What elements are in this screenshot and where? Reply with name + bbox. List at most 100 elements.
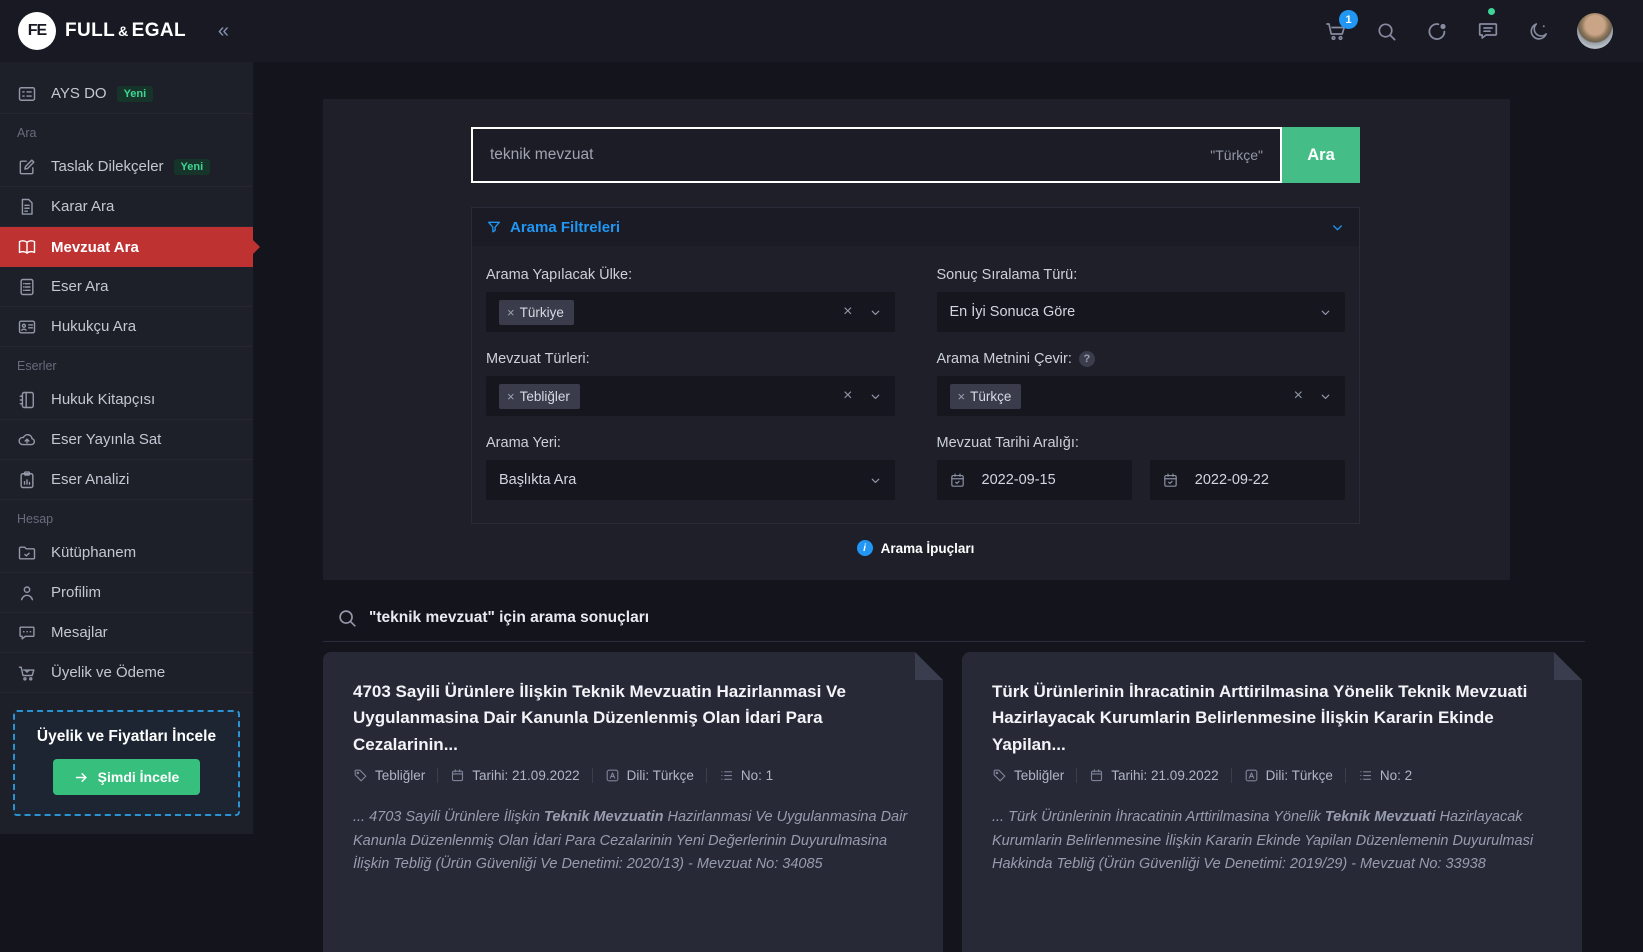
sidebar-item-label: Eser Yayınla Sat xyxy=(51,431,161,448)
corner-fold xyxy=(1554,652,1582,680)
filter-types-label: Mevzuat Türleri: xyxy=(486,351,895,367)
messages-icon[interactable] xyxy=(1476,19,1500,43)
sidebar-item-eser-analizi[interactable]: Eser Analizi xyxy=(0,460,253,500)
search-submit-button[interactable]: Ara xyxy=(1282,127,1360,183)
results-list: 4703 Sayili Ürünlere İlişkin Teknik Mevz… xyxy=(323,652,1585,952)
sidebar-item-profilim[interactable]: Profilim xyxy=(0,573,253,613)
result-number: No: 1 xyxy=(719,768,773,783)
country-multiselect[interactable]: × Türkiye × xyxy=(486,292,895,332)
calendar-icon xyxy=(1089,768,1104,783)
calendar-icon xyxy=(450,768,465,783)
sidebar-item-label: Kütüphanem xyxy=(51,544,136,561)
result-card[interactable]: Türk Ürünlerinin İhracatinin Arttirilmas… xyxy=(962,652,1582,952)
chevron-down-icon xyxy=(1319,306,1332,319)
sidebar-item-label: Profilim xyxy=(51,584,101,601)
country-chip[interactable]: × Türkiye xyxy=(499,300,574,325)
promo-cta-button[interactable]: Şimdi İncele xyxy=(53,759,201,795)
calendar-icon xyxy=(1162,472,1179,489)
clear-icon[interactable]: × xyxy=(843,387,852,405)
result-type: Tebliğler xyxy=(992,768,1064,783)
search-icon[interactable] xyxy=(1375,20,1398,43)
meta-separator xyxy=(437,768,438,783)
info-icon: i xyxy=(857,540,873,556)
excerpt-highlight: Teknik Mevzuatin xyxy=(544,809,664,825)
chip-label: Tebliğler xyxy=(520,389,570,404)
sidebar-item-label: Eser Ara xyxy=(51,278,109,295)
sidebar-item-label: Taslak Dilekçeler xyxy=(51,158,164,175)
scope-select[interactable]: Başlıkta Ara xyxy=(486,460,895,500)
result-language: Dili: Türkçe xyxy=(1244,768,1333,783)
sidebar-collapse-icon[interactable]: « xyxy=(218,20,229,43)
type-chip[interactable]: × Tebliğler xyxy=(499,384,580,409)
sidebar-item-mevzuat-ara[interactable]: Mevzuat Ara xyxy=(0,227,253,267)
sidebar-item-mesajlar[interactable]: Mesajlar xyxy=(0,613,253,653)
types-multiselect[interactable]: × Tebliğler × xyxy=(486,376,895,416)
search-input[interactable] xyxy=(490,146,1198,164)
user-icon xyxy=(17,583,37,603)
sidebar-item-taslak-dilekceler[interactable]: Taslak Dilekçeler Yeni xyxy=(0,147,253,187)
sidebar-item-eser-yayinla-sat[interactable]: Eser Yayınla Sat xyxy=(0,420,253,460)
filter-country: Arama Yapılacak Ülke: ×Türkiye × xyxy=(486,267,895,332)
sidebar-item-uyelik-ve-odeme[interactable]: Üyelik ve Ödeme xyxy=(0,653,253,693)
sidebar-item-eser-ara[interactable]: Eser Ara xyxy=(0,267,253,307)
filters-col-right: Sonuç Sıralama Türü: En İyi Sonuca Göre … xyxy=(937,267,1346,519)
result-card[interactable]: 4703 Sayili Ürünlere İlişkin Teknik Mevz… xyxy=(323,652,943,952)
user-avatar[interactable] xyxy=(1577,13,1613,49)
logo-icon: FE xyxy=(18,12,56,50)
date-from-input[interactable]: 2022-09-15 xyxy=(937,460,1132,500)
meta-separator xyxy=(1076,768,1077,783)
sidebar-item-karar-ara[interactable]: Karar Ara xyxy=(0,187,253,227)
chip-label: Türkiye xyxy=(520,305,564,320)
promo-title: Üyelik ve Fiyatları İncele xyxy=(23,728,230,746)
results-divider xyxy=(323,641,1585,642)
translate-multiselect[interactable]: ×Türkçe × xyxy=(937,376,1346,416)
chevron-up-icon xyxy=(1330,220,1345,235)
help-icon[interactable]: ? xyxy=(1079,351,1095,367)
clear-icon[interactable]: × xyxy=(843,303,852,321)
sort-select[interactable]: En İyi Sonuca Göre xyxy=(937,292,1346,332)
search-tips-link[interactable]: i Arama İpuçları xyxy=(471,540,1360,556)
translate-icon xyxy=(1244,768,1259,783)
arrow-right-icon xyxy=(74,770,89,785)
result-excerpt: ... 4703 Sayili Ürünlere İlişkin Teknik … xyxy=(353,806,913,876)
result-title: Türk Ürünlerinin İhracatinin Arttirilmas… xyxy=(992,679,1552,758)
result-language-label: Dili: Türkçe xyxy=(1266,768,1333,783)
date-to-input[interactable]: 2022-09-22 xyxy=(1150,460,1345,500)
tag-icon xyxy=(992,768,1007,783)
brand-word1: FULL xyxy=(65,20,115,41)
meta-separator xyxy=(592,768,593,783)
list-icon xyxy=(1358,768,1373,783)
filter-sort: Sonuç Sıralama Türü: En İyi Sonuca Göre xyxy=(937,267,1346,332)
result-type: Tebliğler xyxy=(353,768,425,783)
chip-remove-icon[interactable]: × xyxy=(507,305,515,320)
result-date: Tarihi: 21.09.2022 xyxy=(1089,768,1218,783)
sidebar-item-hukuk-kitapcisi[interactable]: Hukuk Kitapçısı xyxy=(0,380,253,420)
sidebar-item-kutuphanem[interactable]: Kütüphanem xyxy=(0,533,253,573)
translate-chip[interactable]: ×Türkçe xyxy=(950,384,1022,409)
sidebar-section-ara: Ara xyxy=(0,114,253,147)
sidebar-item-ays-do[interactable]: AYS DO Yeni xyxy=(0,74,253,114)
scope-select-value: Başlıkta Ara xyxy=(499,472,576,488)
brand-logo[interactable]: FE FULL&EGAL xyxy=(18,12,186,50)
notifications-icon[interactable] xyxy=(1425,19,1449,43)
chip-remove-icon[interactable]: × xyxy=(958,389,966,404)
chip-remove-icon[interactable]: × xyxy=(507,389,515,404)
clear-icon[interactable]: × xyxy=(1294,387,1303,405)
cart-icon[interactable]: 1 xyxy=(1324,19,1348,43)
topbar: FE FULL&EGAL « 1 xyxy=(0,0,1643,62)
dark-mode-icon[interactable] xyxy=(1527,20,1550,43)
filter-scope-label: Arama Yeri: xyxy=(486,435,895,451)
sidebar-item-hukukcu-ara[interactable]: Hukukçu Ara xyxy=(0,307,253,347)
file-list-icon xyxy=(17,277,37,297)
filter-scope: Arama Yeri: Başlıkta Ara xyxy=(486,435,895,500)
search-icon xyxy=(336,607,358,629)
result-title: 4703 Sayili Ürünlere İlişkin Teknik Mevz… xyxy=(353,679,913,758)
yeni-badge: Yeni xyxy=(117,86,154,102)
filter-translate-label: Arama Metnini Çevir:? xyxy=(937,351,1346,367)
yeni-badge: Yeni xyxy=(174,159,211,175)
results-header: "teknik mevzuat" için arama sonuçları xyxy=(336,607,1643,629)
folder-icon xyxy=(17,543,37,563)
result-number: No: 2 xyxy=(1358,768,1412,783)
filters-header[interactable]: Arama Filtreleri xyxy=(472,208,1359,246)
date-to-value: 2022-09-22 xyxy=(1195,472,1269,488)
